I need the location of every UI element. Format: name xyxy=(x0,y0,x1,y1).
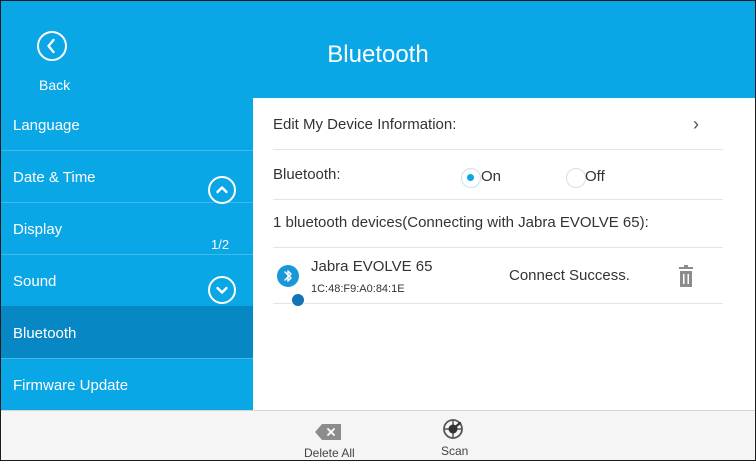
sidebar-item-label: Date & Time xyxy=(13,169,96,186)
devices-heading: 1 bluetooth devices(Connecting with Jabr… xyxy=(273,214,649,231)
bluetooth-off-radio[interactable] xyxy=(566,168,586,188)
bluetooth-on-label: On xyxy=(481,168,502,185)
chevron-down-icon xyxy=(216,286,228,294)
sidebar: Language Date & Time Display Sound Bluet… xyxy=(1,98,253,410)
page-down-button[interactable] xyxy=(208,276,236,304)
edit-device-info-row[interactable]: Edit My Device Information: › xyxy=(273,101,723,150)
bluetooth-on-radio[interactable] xyxy=(461,168,481,188)
sidebar-item-label: Display xyxy=(13,221,63,238)
page-title: Bluetooth xyxy=(327,41,429,68)
sidebar-item-label: Language xyxy=(13,117,80,134)
chevron-up-icon xyxy=(216,186,228,194)
scan-button[interactable]: Scan xyxy=(426,411,482,460)
page-indicator: 1/2 xyxy=(211,237,230,252)
device-name: Jabra EVOLVE 65 xyxy=(311,258,433,275)
bluetooth-label: Bluetooth: xyxy=(273,166,341,183)
bluetooth-device-item[interactable]: Jabra EVOLVE 65 1C:48:F9:A0:84:1E Connec… xyxy=(273,249,723,307)
device-connected-badge xyxy=(291,293,305,307)
sidebar-item-label: Firmware Update xyxy=(13,377,129,394)
back-label: Back xyxy=(39,77,71,93)
bluetooth-settings-screen: Back Bluetooth Language Date & Time Disp… xyxy=(0,0,756,461)
delete-all-icon xyxy=(315,424,341,440)
sidebar-item-firmware-update[interactable]: Firmware Update xyxy=(1,358,253,410)
sidebar-item-language[interactable]: Language xyxy=(1,98,253,150)
content-panel: Edit My Device Information: › Bluetooth:… xyxy=(257,98,755,410)
devices-heading-row: 1 bluetooth devices(Connecting with Jabr… xyxy=(273,199,723,248)
device-mac: 1C:48:F9:A0:84:1E xyxy=(311,283,405,295)
scan-label: Scan xyxy=(441,444,469,458)
scan-icon xyxy=(443,419,463,439)
sidebar-item-label: Sound xyxy=(13,273,57,290)
page-up-button[interactable] xyxy=(208,176,236,204)
chevron-right-icon[interactable]: › xyxy=(693,114,699,135)
sidebar-item-bluetooth[interactable]: Bluetooth xyxy=(1,306,253,358)
delete-all-label: Delete All xyxy=(304,446,355,460)
footer-bar: Delete All Scan xyxy=(1,410,755,460)
sidebar-item-label: Bluetooth xyxy=(13,325,77,342)
bluetooth-toggle-row: Bluetooth: On Off xyxy=(273,151,723,200)
edit-device-info-label: Edit My Device Information: xyxy=(273,116,457,133)
trash-icon[interactable] xyxy=(676,264,696,289)
header-bar: Back Bluetooth xyxy=(1,1,755,98)
bluetooth-off-label: Off xyxy=(585,168,605,185)
device-status: Connect Success. xyxy=(509,267,630,284)
bluetooth-device-icon xyxy=(277,265,305,307)
delete-all-button[interactable]: Delete All xyxy=(296,411,376,460)
